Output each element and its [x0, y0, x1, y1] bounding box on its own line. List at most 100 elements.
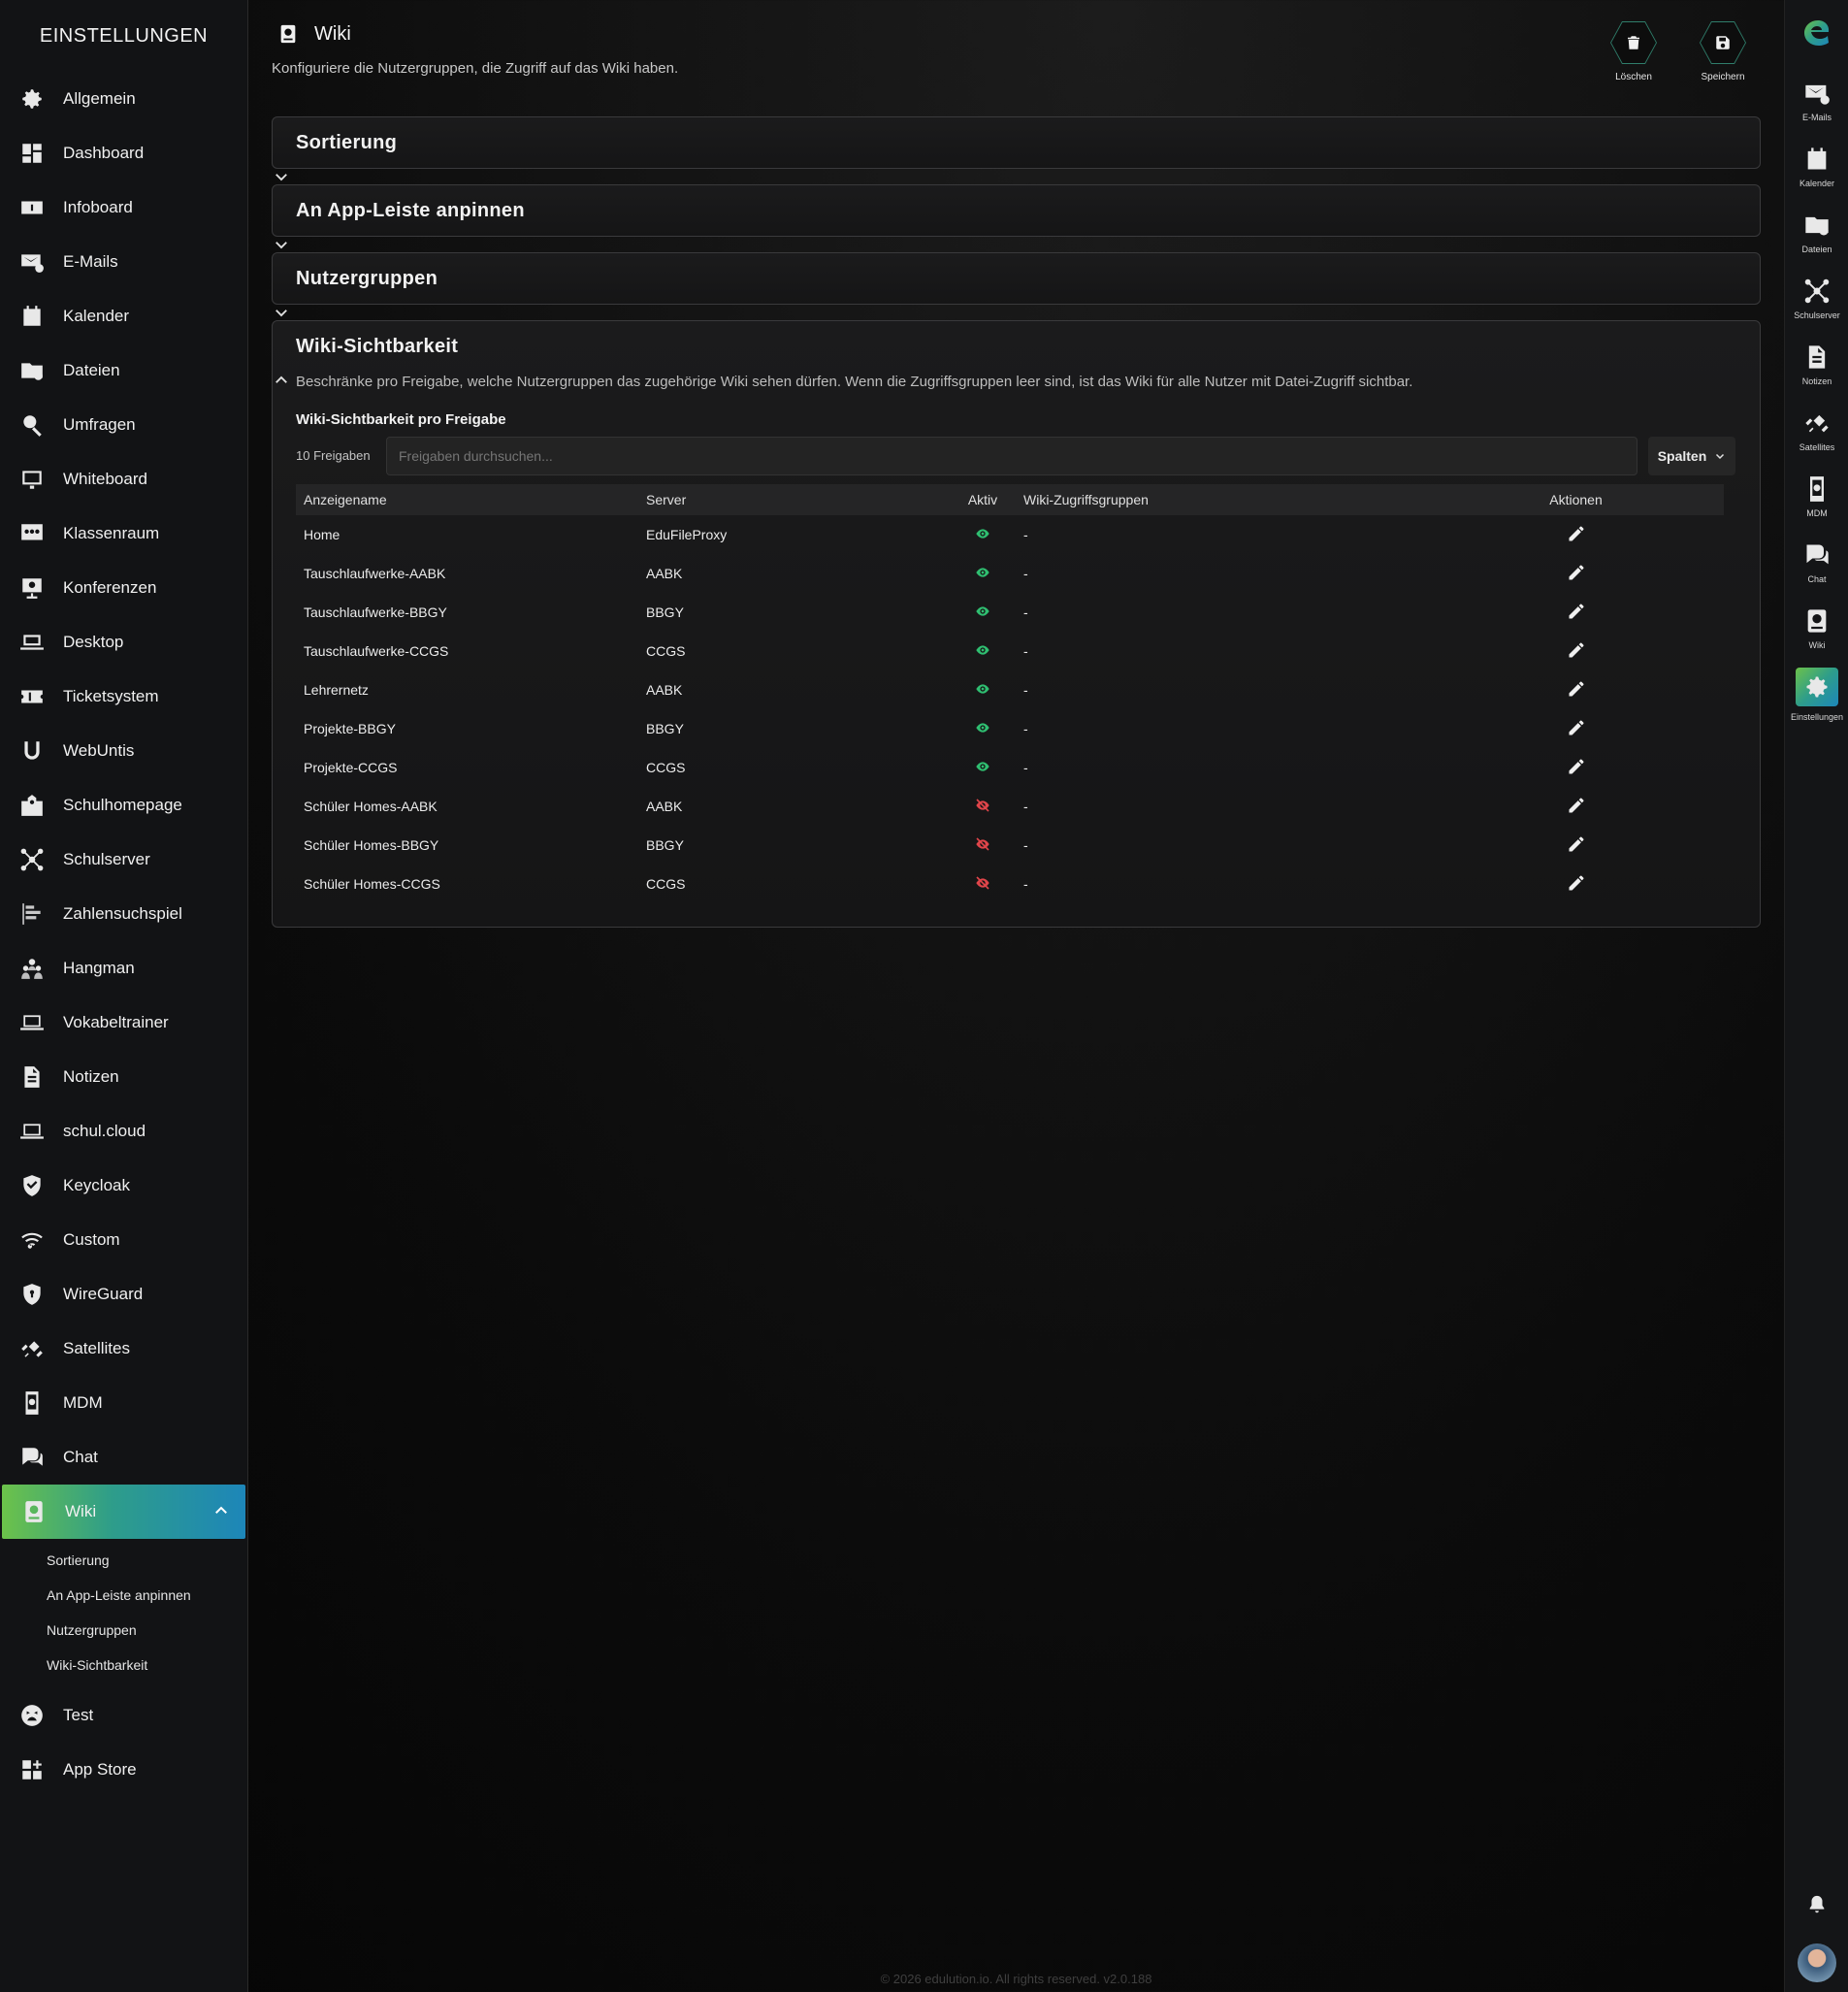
- edit-button[interactable]: [1428, 515, 1724, 554]
- columns-button[interactable]: Spalten: [1648, 437, 1735, 475]
- rail-item-notizen[interactable]: Notizen: [1785, 332, 1848, 398]
- sidebar-item-vokabeltrainer[interactable]: Vokabeltrainer: [0, 996, 247, 1050]
- sidebar-item-desktop[interactable]: Desktop: [0, 615, 247, 669]
- rail-item-chat[interactable]: Chat: [1785, 530, 1848, 596]
- column-header[interactable]: Server: [638, 484, 950, 515]
- panel-groups[interactable]: Nutzergruppen: [272, 252, 1761, 317]
- avatar[interactable]: [1798, 1943, 1836, 1982]
- table-row[interactable]: Tauschlaufwerke-AABK AABK -: [296, 554, 1724, 593]
- edit-button[interactable]: [1428, 632, 1724, 670]
- sidebar-item-schul-cloud[interactable]: schul.cloud: [0, 1104, 247, 1159]
- sidebar-item-infoboard[interactable]: Infoboard: [0, 180, 247, 235]
- sidebar-subitem[interactable]: An App-Leiste anpinnen: [0, 1578, 247, 1613]
- sidebar-item-e-mails[interactable]: E-Mails: [0, 235, 247, 289]
- sidebar-item-dateien[interactable]: Dateien: [0, 343, 247, 398]
- rail-item-mdm[interactable]: MDM: [1785, 464, 1848, 530]
- infoboard-icon: [19, 195, 45, 220]
- search-input[interactable]: [386, 437, 1637, 475]
- panel-title[interactable]: Wiki-Sichtbarkeit: [273, 321, 1760, 372]
- chevron-down-icon[interactable]: [273, 168, 290, 185]
- panel-pin[interactable]: An App-Leiste anpinnen: [272, 184, 1761, 249]
- sidebar-item-keycloak[interactable]: Keycloak: [0, 1159, 247, 1213]
- sidebar-item-hangman[interactable]: Hangman: [0, 941, 247, 996]
- sidebar-item-satellites[interactable]: Satellites: [0, 1322, 247, 1376]
- table-row[interactable]: Schüler Homes-BBGY BBGY -: [296, 826, 1724, 865]
- sidebar-item-wiki[interactable]: Wiki: [2, 1485, 245, 1539]
- dashboard-icon: [19, 141, 45, 166]
- page-title: Wiki: [314, 23, 351, 45]
- rail-item-schulserver[interactable]: Schulserver: [1785, 266, 1848, 332]
- rail-item-kalender[interactable]: Kalender: [1785, 134, 1848, 200]
- table-row[interactable]: Schüler Homes-CCGS CCGS -: [296, 865, 1724, 903]
- rail-item-wiki[interactable]: Wiki: [1785, 596, 1848, 662]
- edit-button[interactable]: [1428, 554, 1724, 593]
- sidebar-item-konferenzen[interactable]: Konferenzen: [0, 561, 247, 615]
- sidebar-item-allgemein[interactable]: Allgemein: [0, 72, 247, 126]
- column-header[interactable]: Anzeigename: [296, 484, 638, 515]
- column-header[interactable]: Wiki-Zugriffsgruppen: [1016, 484, 1428, 515]
- chevron-up-icon[interactable]: [273, 372, 290, 389]
- sidebar-subitem[interactable]: Wiki-Sichtbarkeit: [0, 1648, 247, 1682]
- table-row[interactable]: Tauschlaufwerke-BBGY BBGY -: [296, 593, 1724, 632]
- edit-button[interactable]: [1428, 748, 1724, 787]
- rail-item-label: Satellites: [1799, 442, 1835, 452]
- cell-active: [950, 554, 1016, 593]
- table-row[interactable]: Projekte-BBGY BBGY -: [296, 709, 1724, 748]
- sidebar-item-notizen[interactable]: Notizen: [0, 1050, 247, 1104]
- sidebar-item-chat[interactable]: Chat: [0, 1430, 247, 1485]
- sidebar-item-zahlensuchspiel[interactable]: Zahlensuchspiel: [0, 887, 247, 941]
- eye-off-icon: [976, 798, 989, 812]
- edit-button[interactable]: [1428, 865, 1724, 903]
- table-row[interactable]: Home EduFileProxy -: [296, 515, 1724, 554]
- edulution-logo[interactable]: [1785, 0, 1848, 68]
- sidebar-item-schulhomepage[interactable]: Schulhomepage: [0, 778, 247, 833]
- rail-item-e-mails[interactable]: E-Mails: [1785, 68, 1848, 134]
- sidebar-item-whiteboard[interactable]: Whiteboard: [0, 452, 247, 506]
- table-row[interactable]: Tauschlaufwerke-CCGS CCGS -: [296, 632, 1724, 670]
- laptop-outline-icon: [20, 1015, 44, 1030]
- cell-server: AABK: [646, 566, 683, 581]
- sidebar-item-wireguard[interactable]: WireGuard: [0, 1267, 247, 1322]
- sidebar-item-umfragen[interactable]: Umfragen: [0, 398, 247, 452]
- edit-button[interactable]: [1428, 826, 1724, 865]
- rail-item-satellites[interactable]: Satellites: [1785, 398, 1848, 464]
- wiki-icon: [25, 1501, 43, 1522]
- sidebar-item-custom[interactable]: Custom: [0, 1213, 247, 1267]
- column-header[interactable]: Aktiv: [950, 484, 1016, 515]
- cell-display-name: Home: [304, 527, 340, 542]
- chevron-up-icon[interactable]: [212, 1502, 230, 1519]
- edit-button[interactable]: [1428, 670, 1724, 709]
- cell-active: [950, 748, 1016, 787]
- sidebar-item-ticketsystem[interactable]: Ticketsystem: [0, 669, 247, 724]
- edit-button[interactable]: [1428, 787, 1724, 826]
- sidebar-item-test[interactable]: Test: [0, 1688, 247, 1743]
- edit-button[interactable]: [1428, 709, 1724, 748]
- notifications-button[interactable]: [1785, 1894, 1848, 1915]
- delete-button[interactable]: Löschen: [1605, 21, 1663, 82]
- table-row[interactable]: Projekte-CCGS CCGS -: [296, 748, 1724, 787]
- edit-button[interactable]: [1428, 593, 1724, 632]
- sidebar-item-dashboard[interactable]: Dashboard: [0, 126, 247, 180]
- table-row[interactable]: Schüler Homes-AABK AABK -: [296, 787, 1724, 826]
- page-subtitle: Konfiguriere die Nutzergruppen, die Zugr…: [272, 60, 679, 77]
- rail-item-label: Wiki: [1808, 640, 1826, 650]
- infoboard-icon: [21, 201, 43, 214]
- rail-item-label: Notizen: [1801, 376, 1832, 386]
- panel-sortierung[interactable]: Sortierung: [272, 116, 1761, 181]
- table-row[interactable]: Lehrernetz AABK -: [296, 670, 1724, 709]
- sidebar-item-app-store[interactable]: App Store: [0, 1743, 247, 1797]
- sidebar-item-webuntis[interactable]: WebUntis: [0, 724, 247, 778]
- cell-display-name: Projekte-CCGS: [304, 760, 398, 775]
- rail-item-dateien[interactable]: Dateien: [1785, 200, 1848, 266]
- sidebar-item-kalender[interactable]: Kalender: [0, 289, 247, 343]
- sidebar-item-mdm[interactable]: MDM: [0, 1376, 247, 1430]
- sidebar-item-klassenraum[interactable]: Klassenraum: [0, 506, 247, 561]
- sidebar-subitem[interactable]: Nutzergruppen: [0, 1613, 247, 1648]
- cell-groups: -: [1023, 721, 1028, 736]
- chevron-down-icon[interactable]: [273, 236, 290, 253]
- save-button[interactable]: Speichern: [1694, 21, 1752, 82]
- chevron-down-icon[interactable]: [273, 304, 290, 321]
- sidebar-subitem[interactable]: Sortierung: [0, 1543, 247, 1578]
- sidebar-item-schulserver[interactable]: Schulserver: [0, 833, 247, 887]
- rail-item-einstellungen[interactable]: Einstellungen: [1785, 662, 1848, 728]
